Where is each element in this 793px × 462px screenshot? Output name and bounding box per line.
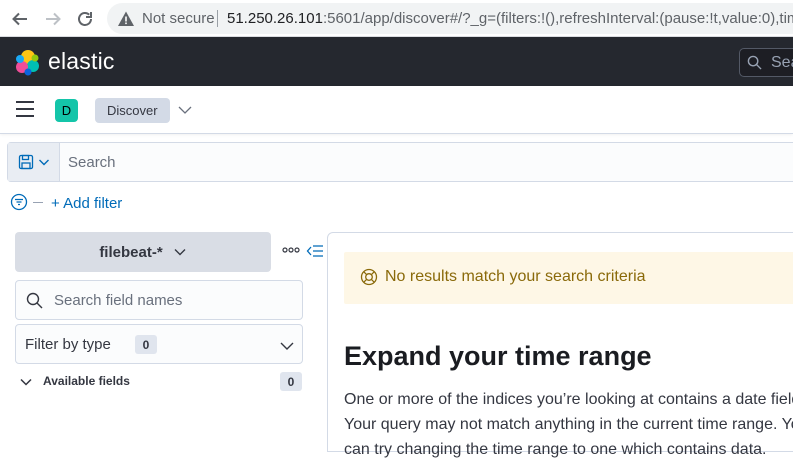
breadcrumb-bar: D Discover: [0, 86, 793, 134]
reload-icon[interactable]: [72, 6, 98, 32]
filter-by-type-button[interactable]: Filter by type 0: [15, 324, 303, 364]
url-path: :5601/app/discover#/?_g=(filters:!(),ref…: [322, 10, 793, 27]
url-text: 51.250.26.101:5601/app/discover#/?_g=(fi…: [227, 10, 793, 27]
warning-triangle-icon: [118, 11, 134, 26]
global-search-input[interactable]: Sea: [739, 48, 793, 77]
security-label: Not secure: [142, 10, 215, 27]
filter-by-type-label: Filter by type: [25, 336, 111, 353]
query-search-input[interactable]: [60, 143, 793, 181]
callout-title: No results match your search criteria: [385, 268, 646, 285]
chevron-down-icon: [20, 378, 32, 386]
elastic-logo-icon[interactable]: [14, 48, 42, 76]
query-bar: [7, 142, 793, 182]
index-pattern-label: filebeat-*: [99, 243, 163, 261]
filter-count-badge: 0: [135, 335, 157, 354]
filter-divider: [33, 202, 43, 203]
forward-arrow-icon[interactable]: [40, 6, 66, 32]
browser-toolbar: Not secure 51.250.26.101:5601/app/discov…: [0, 0, 793, 37]
field-search-input[interactable]: [54, 281, 299, 319]
save-icon: [18, 154, 33, 170]
collapse-sidebar-icon[interactable]: [306, 243, 324, 259]
index-pattern-selector[interactable]: filebeat-*: [15, 232, 271, 272]
page-heading: Expand your time range: [344, 341, 652, 371]
available-fields-toggle[interactable]: Available fields 0: [15, 370, 303, 394]
hamburger-menu-icon[interactable]: [16, 101, 38, 119]
saved-query-button[interactable]: [8, 143, 60, 181]
address-bar[interactable]: Not secure 51.250.26.101:5601/app/discov…: [107, 3, 793, 34]
chevron-down-icon[interactable]: [177, 102, 193, 118]
breadcrumb-discover[interactable]: Discover: [95, 98, 170, 123]
search-icon: [26, 292, 43, 309]
chevron-down-icon: [38, 159, 49, 166]
available-fields-label: Available fields: [43, 374, 130, 388]
search-icon: [747, 55, 762, 70]
filter-icon[interactable]: [10, 193, 28, 211]
help-lifebuoy-icon: [360, 268, 378, 286]
available-fields-count-badge: 0: [280, 372, 302, 391]
main-results-panel: No results match your search criteria Ex…: [327, 232, 793, 458]
url-host: 51.250.26.101: [227, 10, 323, 27]
field-search: [15, 280, 303, 320]
kibana-header: elastic Sea: [0, 37, 793, 86]
more-dots-icon[interactable]: [282, 246, 300, 254]
space-avatar[interactable]: D: [55, 99, 78, 122]
back-arrow-icon[interactable]: [7, 6, 33, 32]
elastic-brand-text[interactable]: elastic: [48, 48, 115, 75]
chevron-down-icon: [174, 249, 186, 256]
chevron-down-icon: [280, 342, 294, 350]
help-text: One or more of the indices you’re lookin…: [344, 391, 793, 458]
global-search-placeholder: Sea: [771, 54, 793, 71]
no-results-callout: No results match your search criteria: [344, 252, 793, 304]
add-filter-button[interactable]: + Add filter: [51, 195, 122, 212]
omnibox-divider: [217, 10, 218, 27]
